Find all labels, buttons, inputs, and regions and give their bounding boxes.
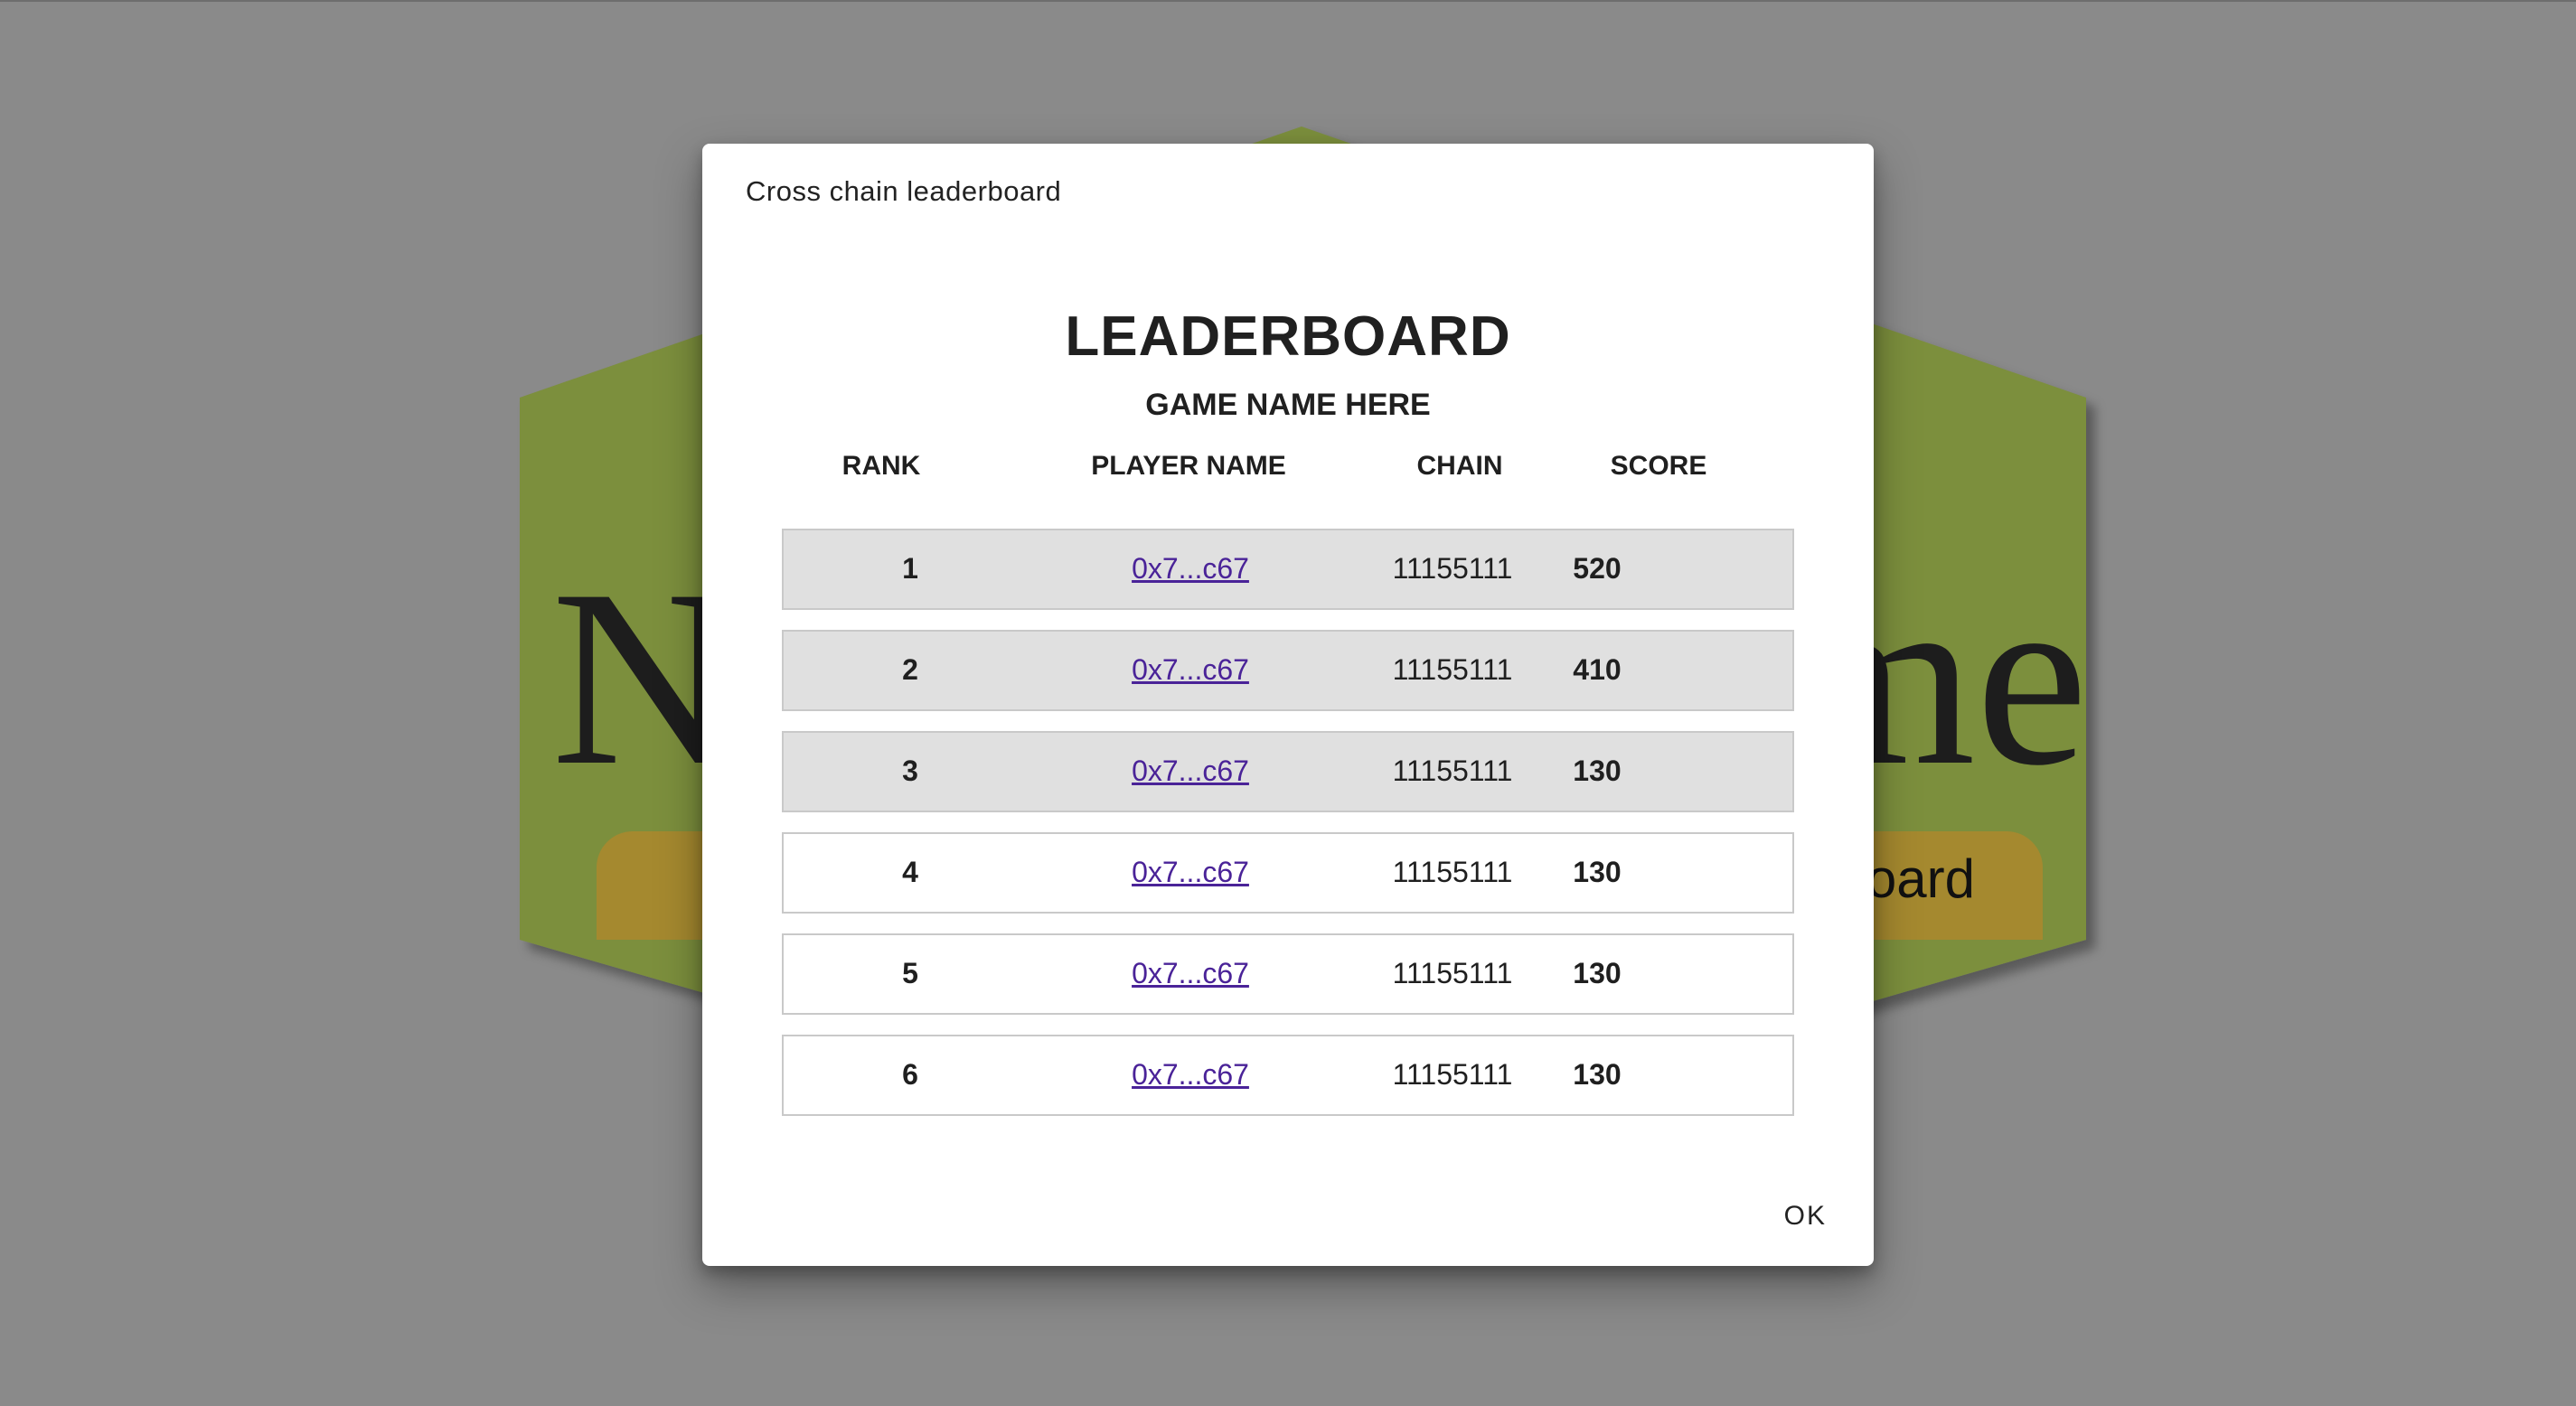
score-cell: 130 (1573, 755, 1622, 787)
score-cell: 130 (1573, 957, 1622, 989)
rank-cell: 4 (902, 856, 918, 888)
rank-cell: 6 (902, 1058, 918, 1091)
ok-button[interactable]: OK (1773, 1194, 1838, 1239)
player-address-link[interactable]: 0x7...c67 (1055, 856, 1326, 889)
leaderboard-dialog: Cross chain leaderboard LEADERBOARD GAME… (702, 144, 1874, 1266)
player-address-link[interactable]: 0x7...c67 (1055, 653, 1326, 687)
rank-cell: 1 (902, 552, 918, 585)
rank-cell: 5 (902, 957, 918, 989)
table-row: 5 0x7...c67 11155111 130 (782, 933, 1794, 1015)
column-header-rank: RANK (841, 451, 921, 481)
rank-cell: 3 (902, 755, 918, 787)
dialog-title: Cross chain leaderboard (746, 175, 1062, 207)
table-row: 1 0x7...c67 11155111 520 (782, 529, 1794, 610)
score-cell: 520 (1573, 552, 1622, 585)
game-name-subheading: GAME NAME HERE (1145, 388, 1431, 422)
column-header-player-name: PLAYER NAME (1091, 451, 1286, 481)
player-address-link[interactable]: 0x7...c67 (1055, 1058, 1326, 1092)
table-header: RANK PLAYER NAME CHAIN SCORE (782, 451, 1794, 489)
table-row: 2 0x7...c67 11155111 410 (782, 630, 1794, 711)
table-row: 6 0x7...c67 11155111 130 (782, 1035, 1794, 1116)
table-row: 4 0x7...c67 11155111 130 (782, 832, 1794, 914)
rank-cell: 2 (902, 653, 918, 686)
table-row: 3 0x7...c67 11155111 130 (782, 731, 1794, 812)
score-cell: 130 (1573, 856, 1622, 888)
player-address-link[interactable]: 0x7...c67 (1055, 755, 1326, 788)
column-header-chain: CHAIN (1416, 451, 1503, 481)
leaderboard-heading: LEADERBOARD (1065, 305, 1511, 368)
column-header-score: SCORE (1610, 451, 1707, 481)
score-cell: 130 (1573, 1058, 1622, 1091)
player-address-link[interactable]: 0x7...c67 (1055, 552, 1326, 586)
background-button-label: oard (1866, 848, 1975, 909)
score-cell: 410 (1573, 653, 1622, 686)
player-address-link[interactable]: 0x7...c67 (1055, 957, 1326, 990)
